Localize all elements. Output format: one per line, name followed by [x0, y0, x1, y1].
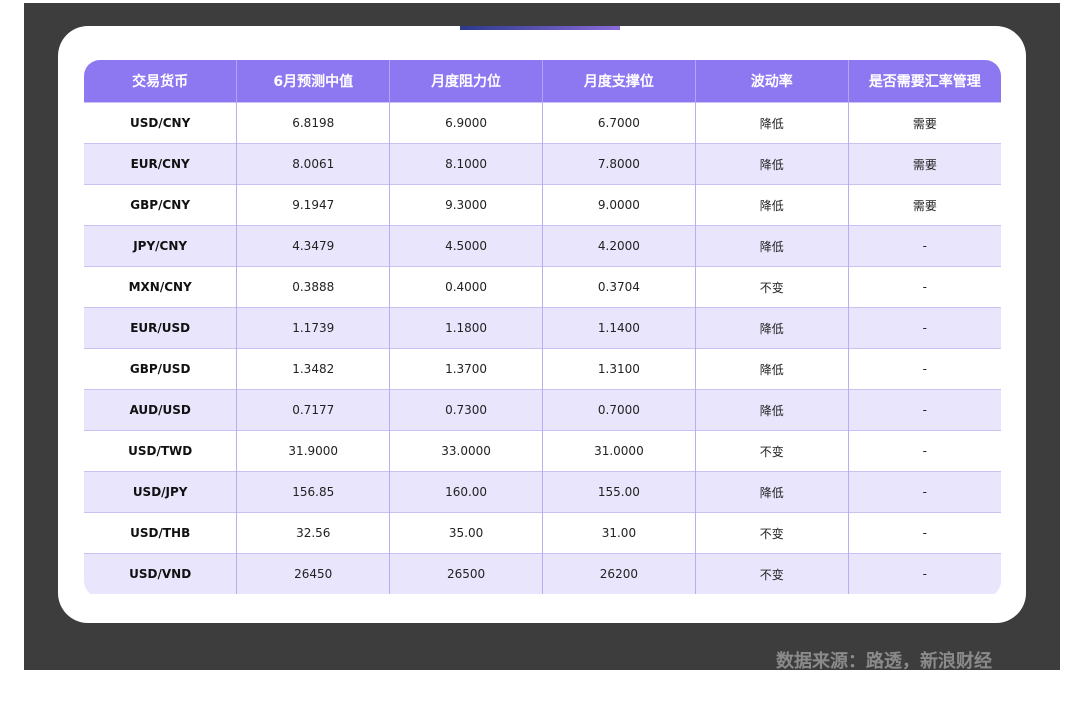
table-row: USD/THB 32.56 35.00 31.00 不变 - [84, 512, 1001, 554]
table-row: EUR/USD 1.1739 1.1800 1.1400 降低 - [84, 307, 1001, 349]
cell-support: 1.1400 [542, 307, 696, 349]
header-volatility: 波动率 [695, 60, 849, 103]
cell-resistance: 4.5000 [389, 225, 543, 267]
cell-fx-management: - [848, 389, 1001, 431]
cell-volatility: 降低 [695, 389, 849, 431]
cell-june-forecast: 6.8198 [236, 102, 391, 144]
cell-currency-pair: GBP/CNY [84, 184, 238, 226]
cell-currency-pair: EUR/USD [84, 307, 238, 349]
cell-currency-pair: MXN/CNY [84, 266, 238, 308]
cell-fx-management: - [848, 307, 1001, 349]
cell-june-forecast: 8.0061 [236, 143, 391, 185]
cell-fx-management: - [848, 266, 1001, 308]
cell-currency-pair: USD/JPY [84, 471, 238, 513]
cell-volatility: 降低 [695, 184, 849, 226]
cell-support: 155.00 [542, 471, 696, 513]
cell-fx-management: - [848, 471, 1001, 513]
cell-resistance: 9.3000 [389, 184, 543, 226]
cell-resistance: 1.1800 [389, 307, 543, 349]
cell-currency-pair: AUD/USD [84, 389, 238, 431]
cell-volatility: 不变 [695, 553, 849, 594]
cell-support: 31.00 [542, 512, 696, 554]
cell-resistance: 1.3700 [389, 348, 543, 390]
cell-volatility: 不变 [695, 512, 849, 554]
cell-volatility: 降低 [695, 471, 849, 513]
cell-support: 7.8000 [542, 143, 696, 185]
cell-fx-management: 需要 [848, 184, 1001, 226]
cell-fx-management: - [848, 348, 1001, 390]
cell-june-forecast: 31.9000 [236, 430, 391, 472]
table-row: GBP/CNY 9.1947 9.3000 9.0000 降低 需要 [84, 184, 1001, 226]
cell-june-forecast: 1.3482 [236, 348, 391, 390]
cell-support: 6.7000 [542, 102, 696, 144]
table-row: JPY/CNY 4.3479 4.5000 4.2000 降低 - [84, 225, 1001, 267]
accent-line [460, 26, 620, 30]
cell-june-forecast: 156.85 [236, 471, 391, 513]
cell-resistance: 6.9000 [389, 102, 543, 144]
table-row: USD/TWD 31.9000 33.0000 31.0000 不变 - [84, 430, 1001, 472]
cell-june-forecast: 26450 [236, 553, 391, 594]
table-row: GBP/USD 1.3482 1.3700 1.3100 降低 - [84, 348, 1001, 390]
cell-june-forecast: 0.3888 [236, 266, 391, 308]
cell-resistance: 8.1000 [389, 143, 543, 185]
cell-currency-pair: USD/THB [84, 512, 238, 554]
cell-support: 31.0000 [542, 430, 696, 472]
cell-resistance: 0.7300 [389, 389, 543, 431]
cell-june-forecast: 1.1739 [236, 307, 391, 349]
cell-support: 9.0000 [542, 184, 696, 226]
table-row: AUD/USD 0.7177 0.7300 0.7000 降低 - [84, 389, 1001, 431]
cell-resistance: 160.00 [389, 471, 543, 513]
cell-june-forecast: 32.56 [236, 512, 391, 554]
cell-currency-pair: USD/CNY [84, 102, 238, 144]
header-resistance: 月度阻力位 [389, 60, 543, 103]
table-row: USD/VND 26450 26500 26200 不变 - [84, 553, 1001, 594]
cell-currency-pair: EUR/CNY [84, 143, 238, 185]
cell-volatility: 降低 [695, 102, 849, 144]
cell-fx-management: 需要 [848, 102, 1001, 144]
cell-fx-management: - [848, 225, 1001, 267]
cell-volatility: 不变 [695, 266, 849, 308]
cell-resistance: 35.00 [389, 512, 543, 554]
cell-currency-pair: JPY/CNY [84, 225, 238, 267]
table-row: MXN/CNY 0.3888 0.4000 0.3704 不变 - [84, 266, 1001, 308]
header-support: 月度支撑位 [542, 60, 696, 103]
cell-june-forecast: 0.7177 [236, 389, 391, 431]
table-header-row: 交易货币 6月预测中值 月度阻力位 月度支撑位 波动率 是否需要汇率管理 [84, 60, 1001, 103]
forecast-table-container: 交易货币 6月预测中值 月度阻力位 月度支撑位 波动率 是否需要汇率管理 USD… [84, 60, 1001, 597]
cell-volatility: 降低 [695, 348, 849, 390]
forecast-table: 交易货币 6月预测中值 月度阻力位 月度支撑位 波动率 是否需要汇率管理 USD… [84, 60, 1001, 594]
cell-support: 0.3704 [542, 266, 696, 308]
cell-support: 1.3100 [542, 348, 696, 390]
cell-currency-pair: USD/TWD [84, 430, 238, 472]
cell-currency-pair: USD/VND [84, 553, 238, 594]
table-body: USD/CNY 6.8198 6.9000 6.7000 降低 需要 EUR/CNY 8.00… [84, 102, 1001, 594]
header-fx-management: 是否需要汇率管理 [848, 60, 1001, 103]
cell-fx-management: - [848, 553, 1001, 594]
cell-support: 0.7000 [542, 389, 696, 431]
header-currency-pair: 交易货币 [84, 60, 238, 103]
header-june-forecast: 6月预测中值 [236, 60, 391, 103]
cell-resistance: 26500 [389, 553, 543, 594]
cell-resistance: 0.4000 [389, 266, 543, 308]
table-row: USD/JPY 156.85 160.00 155.00 降低 - [84, 471, 1001, 513]
cell-fx-management: 需要 [848, 143, 1001, 185]
table-row: USD/CNY 6.8198 6.9000 6.7000 降低 需要 [84, 102, 1001, 144]
cell-support: 26200 [542, 553, 696, 594]
cell-volatility: 降低 [695, 143, 849, 185]
cell-fx-management: - [848, 512, 1001, 554]
cell-support: 4.2000 [542, 225, 696, 267]
cell-resistance: 33.0000 [389, 430, 543, 472]
data-source-note: 数据来源：路透，新浪财经 [776, 651, 992, 672]
cell-fx-management: - [848, 430, 1001, 472]
table-row: EUR/CNY 8.0061 8.1000 7.8000 降低 需要 [84, 143, 1001, 185]
cell-june-forecast: 9.1947 [236, 184, 391, 226]
cell-currency-pair: GBP/USD [84, 348, 238, 390]
cell-june-forecast: 4.3479 [236, 225, 391, 267]
cell-volatility: 不变 [695, 430, 849, 472]
cell-volatility: 降低 [695, 225, 849, 267]
cell-volatility: 降低 [695, 307, 849, 349]
